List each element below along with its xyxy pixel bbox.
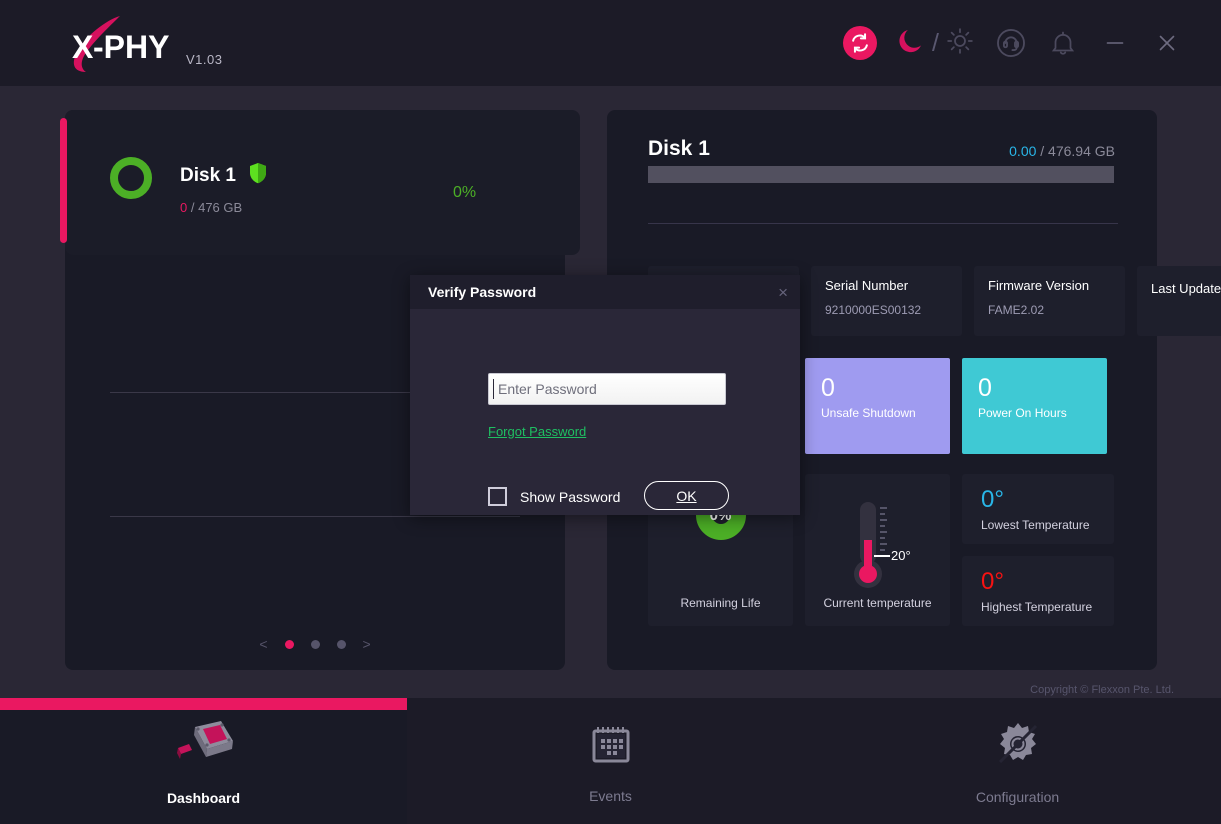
modal-overlay: Verify Password × Forgot Password Show P… <box>0 0 1221 824</box>
forgot-password-link[interactable]: Forgot Password <box>488 424 586 439</box>
show-password-checkbox[interactable] <box>488 487 507 506</box>
ok-button[interactable]: OK <box>644 481 729 510</box>
ok-button-label: OK <box>676 488 696 504</box>
dialog-close-icon[interactable]: × <box>778 284 788 301</box>
verify-password-dialog: Verify Password × Forgot Password Show P… <box>410 275 800 515</box>
dialog-title: Verify Password <box>428 284 536 300</box>
application-window: X -PHY V1.03 <box>0 0 1221 824</box>
show-password-label: Show Password <box>520 489 620 505</box>
dialog-footer: Show Password <box>488 487 620 506</box>
text-caret <box>493 379 494 399</box>
password-input[interactable] <box>488 373 726 405</box>
dialog-header: Verify Password × <box>410 275 800 309</box>
dialog-body: Forgot Password Show Password OK <box>410 309 800 515</box>
